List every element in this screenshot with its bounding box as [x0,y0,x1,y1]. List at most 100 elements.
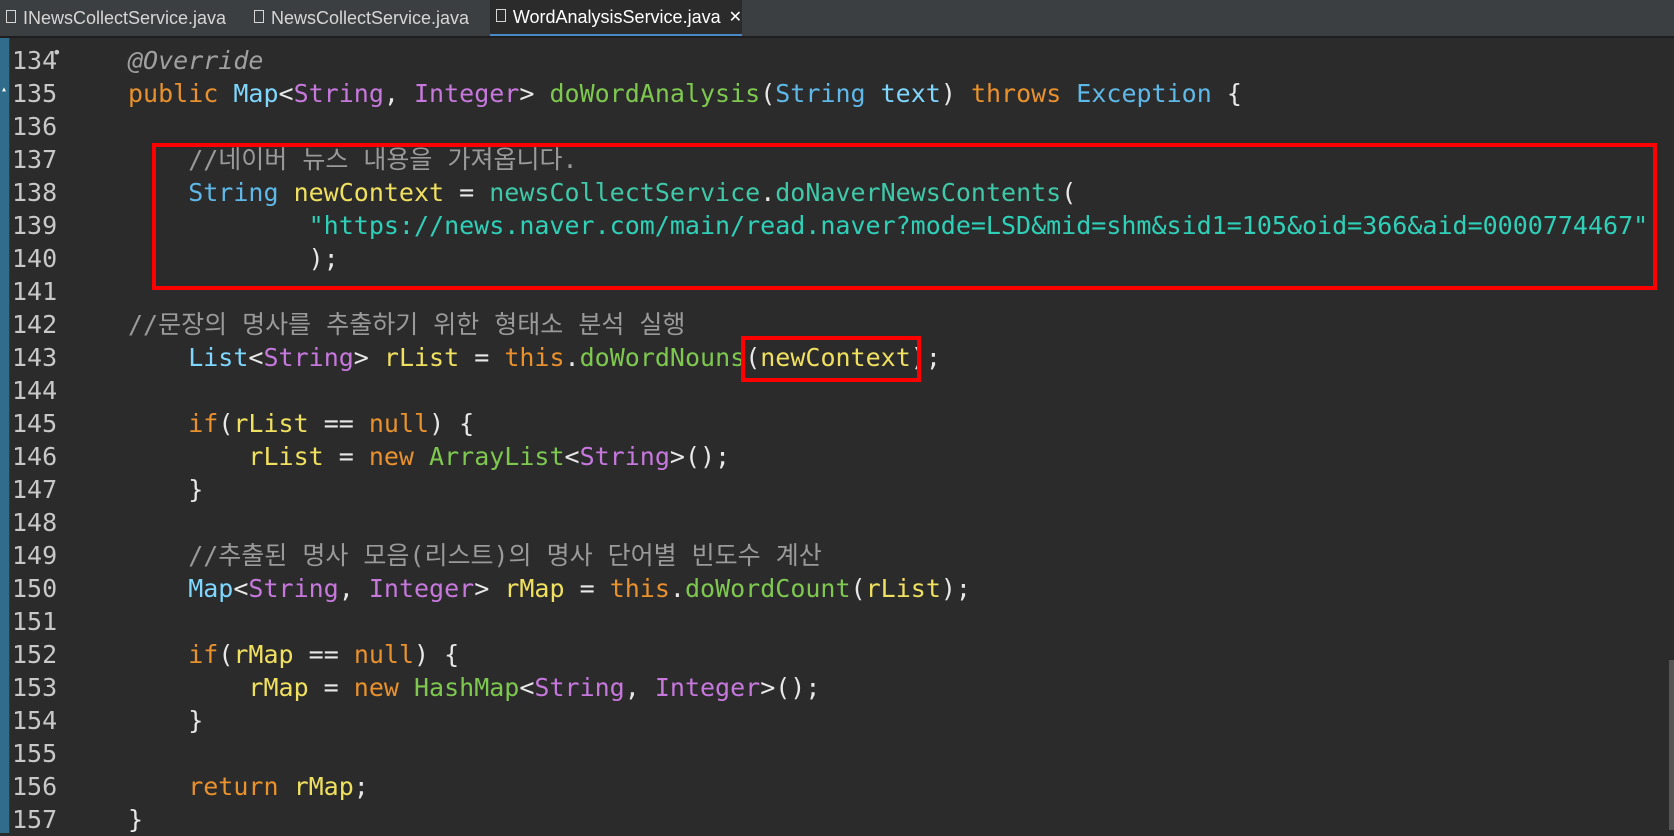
code-token: ( [760,79,776,108]
tab-label: INewsCollectService.java [23,7,227,28]
code-text: rMap = new HashMap<String, Integer>(); [128,671,820,704]
code-text: public Map<String, Integer> doWordAnalys… [128,77,1242,110]
code-token: ; [353,772,369,801]
code-token: rMap [293,772,354,801]
java-file-icon [6,9,16,23]
java-file-icon [254,9,264,23]
code-token: ( [850,574,866,603]
code-text: } [128,803,143,836]
code-text: Map<String, Integer> rMap = this.doWordC… [128,572,971,605]
line-number: 141 [12,277,58,306]
code-token: Map [128,574,234,603]
code-text: } [128,473,203,506]
vertical-scrollbar[interactable] [1669,660,1674,830]
tab-inewscollectservice[interactable]: INewsCollectService.java [4,0,234,36]
code-token: } [128,475,204,504]
code-line: 148 [0,506,1660,539]
code-token: null [368,409,430,438]
code-token: ( [218,640,234,669]
line-number: 156 [12,772,58,801]
code-token: public [128,79,234,108]
code-token: ( [218,409,234,438]
code-token: doWordCount [684,574,851,603]
code-token: . [564,343,580,372]
code-token: String [579,442,670,471]
line-number: 144 [12,376,58,405]
tab-wordanalysisservice[interactable]: WordAnalysisService.java ✕ [490,0,742,36]
line-number: 157 [12,805,58,834]
code-token: Integer [654,673,761,702]
code-line: 135 ▴ public Map<String, Integer> doWordAn… [0,77,1660,110]
code-text: if(rList == null) { [128,407,474,440]
line-number: 146 [12,442,58,471]
line-number: 153 [12,673,58,702]
line-number: 154 [12,706,58,735]
code-token: < [278,79,294,108]
code-token: >(); [669,442,731,471]
code-token: > [474,574,505,603]
code-token: doWordAnalysis [549,79,761,108]
code-token: Exception [1076,79,1212,108]
code-token: > [353,343,384,372]
code-line: 155 [0,737,1660,770]
tab-label: WordAnalysisService.java [512,6,721,27]
line-number: 139 [12,211,58,240]
code-token: = [564,574,610,603]
tab-newscollectservice[interactable]: NewsCollectService.java [252,0,478,36]
code-token: rList [865,574,941,603]
tab-label: NewsCollectService.java [271,7,470,28]
code-token: == [293,640,354,669]
code-text: } [128,704,203,737]
code-token: ) { [414,640,460,669]
close-tab-icon[interactable]: ✕ [729,7,742,27]
code-token: if [128,409,219,438]
line-number: 138 [12,178,58,207]
code-token: this [504,343,565,372]
code-token: rList [128,442,324,471]
code-line: 151 [0,605,1660,638]
code-text: return rMap; [128,770,369,803]
code-token: this [609,574,670,603]
code-token: text [880,79,941,108]
code-line: 147 } [0,473,1660,506]
line-number: 147 [12,475,58,504]
code-token: Integer [368,574,475,603]
code-token: ) { [429,409,475,438]
code-line: 157} [0,803,1660,836]
code-line: 136 [0,110,1660,143]
code-token: @Override [128,46,264,75]
code-text: //문장의 명사를 추출하기 위한 형태소 분석 실행 [128,308,685,341]
code-token: rList [233,409,309,438]
code-token: , [383,79,414,108]
code-line: 146 rList = new ArrayList<String>(); [0,440,1660,473]
code-token: } [128,706,204,735]
line-number: 135 [12,79,58,108]
code-token: rList [383,343,460,372]
highlight-box-newcontext-arg [741,336,921,382]
code-token: new [368,442,430,471]
line-number: 145 [12,409,58,438]
code-token: } [128,805,144,834]
code-token: ) [940,79,971,108]
code-token: , [338,574,369,603]
code-token: , [624,673,655,702]
line-number: 143 [12,343,58,372]
line-number: 149 [12,541,58,570]
override-indicator-icon: ▴ [1,84,8,95]
code-line: 149 //추출된 명사 모음(리스트)의 명사 단어별 빈도수 계산 [0,539,1660,572]
code-line: 134 • @Override [0,43,1660,77]
code-line: 152 if(rMap == null) { [0,638,1660,671]
code-text: //추출된 명사 모음(리스트)의 명사 단어별 빈도수 계산 [128,539,822,572]
fold-marker-icon[interactable]: • [52,36,62,69]
highlight-box-newcontext-block [152,143,1657,290]
code-token: //추출된 명사 모음(리스트)의 명사 단어별 빈도수 계산 [128,541,822,570]
line-number: 155 [12,739,58,768]
code-token: rMap [233,640,294,669]
line-number: 148 [12,508,58,537]
code-token: = [323,442,369,471]
code-text: @Override [128,44,263,77]
java-file-icon [496,8,506,22]
code-token: < [519,673,535,702]
code-token: new [353,673,414,702]
line-number: 136 [12,112,58,141]
